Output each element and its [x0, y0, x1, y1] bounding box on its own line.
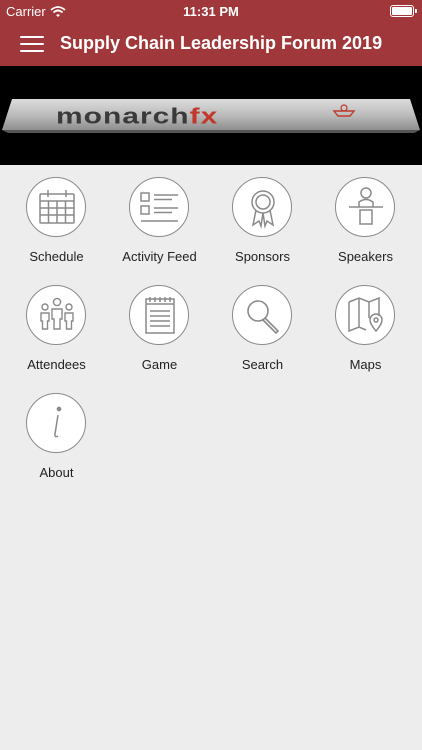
battery-icon	[390, 5, 417, 17]
menu-tile-label: Sponsors	[235, 249, 290, 264]
menu-tile-label: Attendees	[27, 357, 86, 372]
menu-tile-label: Game	[141, 357, 178, 372]
award-ribbon-icon	[251, 190, 275, 229]
monarchfx-logo: monarchfx	[2, 99, 420, 133]
menu-tile-schedule[interactable]: Schedule	[5, 170, 108, 270]
menu-tile-label: Schedule	[29, 249, 84, 264]
menu-tile-about[interactable]: About	[5, 386, 108, 486]
menu-tile-label: Search	[241, 357, 284, 372]
hamburger-menu-button[interactable]	[20, 34, 44, 54]
nav-bar: Supply Chain Leadership Forum 2019	[0, 22, 422, 66]
info-icon	[54, 406, 62, 438]
sponsor-banner: monarchfx	[0, 66, 422, 165]
menu-tile-label: Maps	[349, 357, 382, 372]
menu-tile-label: Activity Feed	[122, 249, 197, 264]
notepad-icon	[145, 297, 175, 334]
map-pin-icon	[348, 296, 383, 333]
banner-brand-text: monarch	[56, 103, 190, 128]
menu-tile-search[interactable]: Search	[211, 278, 314, 378]
people-group-icon	[40, 297, 74, 330]
list-icon	[140, 192, 178, 222]
speaker-podium-icon	[349, 187, 383, 225]
menu-tile-label: About	[39, 465, 74, 480]
page-title: Supply Chain Leadership Forum 2019	[60, 33, 383, 53]
calendar-icon	[39, 190, 75, 224]
menu-tile-sponsors[interactable]: Sponsors	[211, 170, 314, 270]
status-bar: Carrier 11:31 PM	[0, 0, 422, 22]
magnifier-icon	[247, 300, 280, 335]
banner-brand-accent: fx	[190, 103, 219, 128]
app-header: Carrier 11:31 PM Supply Chain Leadership…	[0, 0, 422, 66]
menu-tile-maps[interactable]: Maps	[314, 278, 417, 378]
menu-tile-speakers[interactable]: Speakers	[314, 170, 417, 270]
menu-tile-activity-feed[interactable]: Activity Feed	[108, 170, 211, 270]
menu-tile-attendees[interactable]: Attendees	[5, 278, 108, 378]
menu-tile-label: Speakers	[338, 249, 393, 264]
status-time: 11:31 PM	[183, 4, 239, 19]
menu-tile-game[interactable]: Game	[108, 278, 211, 378]
svg-text:monarchfx: monarchfx	[56, 103, 218, 128]
